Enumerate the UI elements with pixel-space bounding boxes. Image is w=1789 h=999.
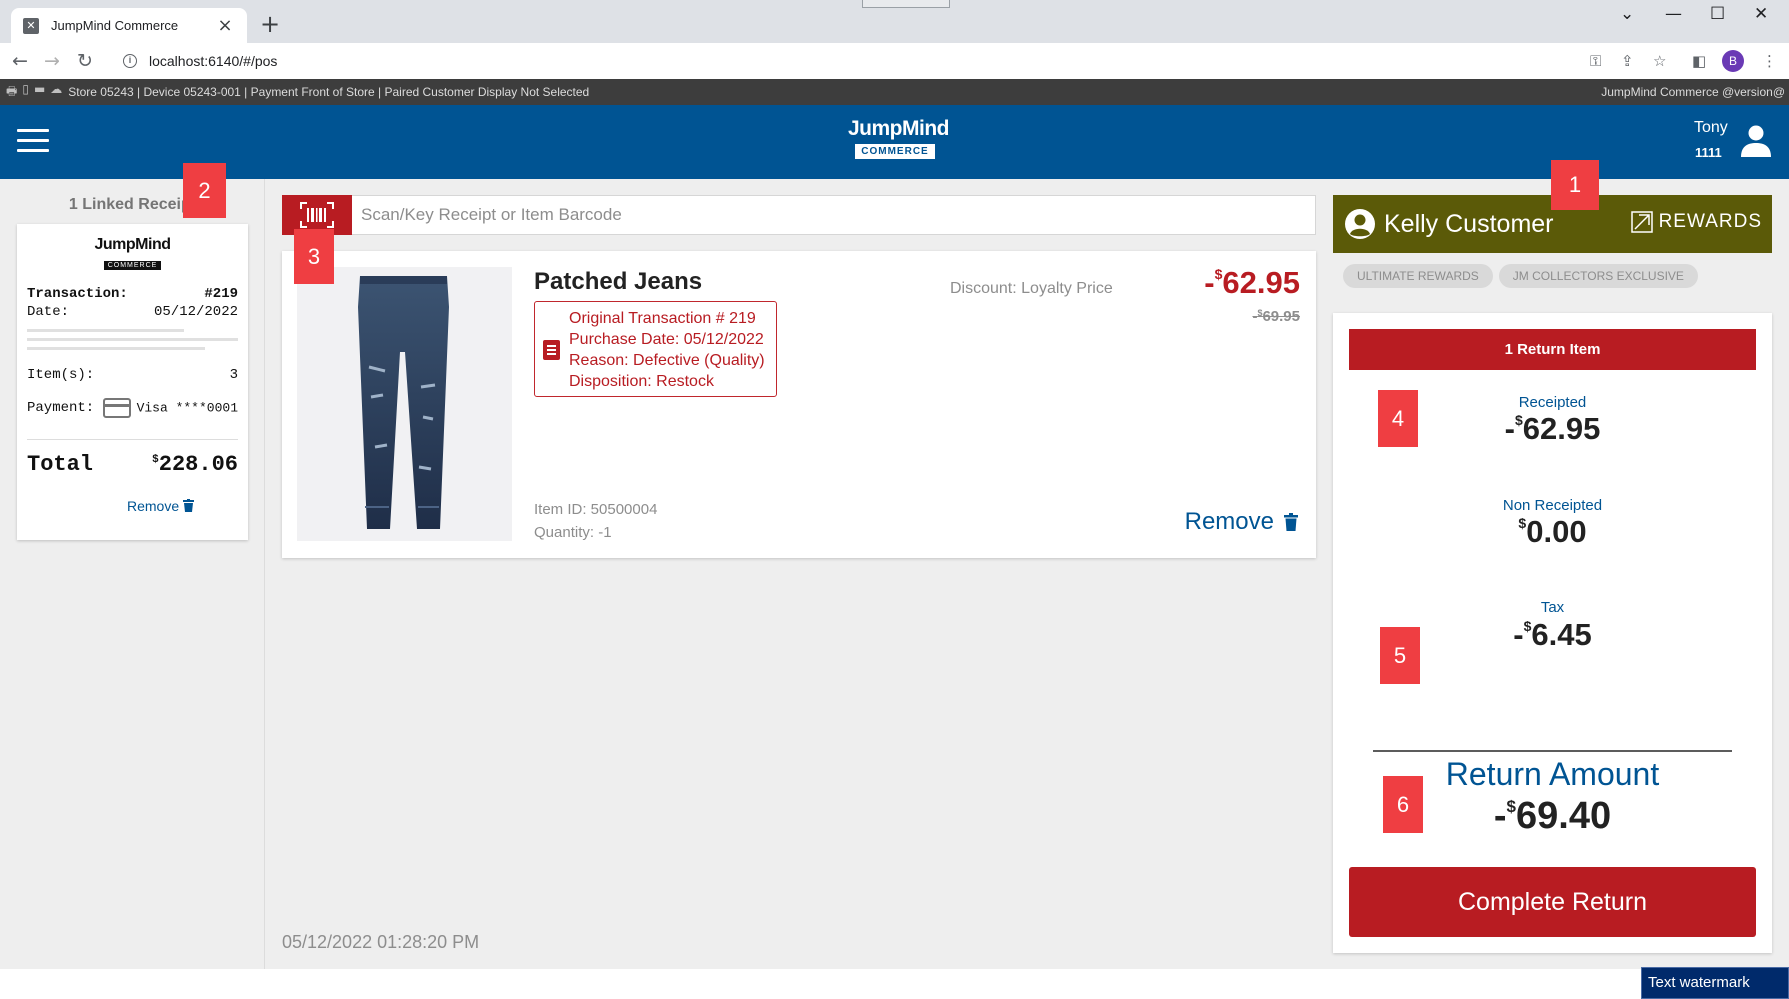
marker-3: 3 [294, 229, 334, 284]
url-text: localhost:6140/#/pos [149, 53, 278, 69]
device-icon: ▯ [22, 81, 29, 96]
marker-4: 4 [1378, 390, 1418, 447]
tab-search-icon[interactable]: ⌄ [1620, 4, 1634, 24]
receipt-total: Total $228.06 [27, 452, 238, 477]
tab-title: JumpMind Commerce [51, 18, 179, 33]
reload-icon[interactable]: ↻ [77, 50, 93, 72]
receipt-card[interactable]: JumpMind COMMERCE Transaction: #219 Date… [17, 224, 248, 540]
address-bar: ← → ↻ i localhost:6140/#/pos ⚿ ⇪ ☆ ◧ B ⋮ [0, 43, 1789, 79]
window-notch [862, 0, 950, 8]
app-header: JumpMind COMMERCE Tony 1111 [0, 105, 1789, 179]
summary-divider [1373, 750, 1732, 752]
browser-tabstrip: ✕ JumpMind Commerce × + ⌄ — ☐ ✕ [0, 0, 1789, 43]
jumpmind-favicon-icon: ✕ [23, 17, 39, 34]
receipt-items-row: Item(s): 3 [27, 367, 238, 383]
item-price: -$62.95 [1204, 265, 1300, 300]
item-id: Item ID: 50500004 [534, 501, 658, 518]
user-id: 1111 [1695, 145, 1722, 160]
linked-receipts-panel: 1 Linked Receipt JumpMind COMMERCE Trans… [0, 179, 265, 969]
customer-tag: JM COLLECTORS EXCLUSIVE [1498, 264, 1698, 288]
marker-5: 5 [1380, 627, 1420, 684]
main-area: 1 Linked Receipt JumpMind COMMERCE Trans… [0, 179, 1789, 969]
customer-tags: ULTIMATE REWARDS JM COLLECTORS EXCLUSIVE [1343, 264, 1698, 288]
bottom-strip [0, 969, 1789, 999]
marker-6: 6 [1383, 776, 1423, 833]
side-panel-icon[interactable]: ◧ [1692, 52, 1706, 70]
back-icon[interactable]: ← [12, 50, 28, 72]
user-account-icon[interactable] [1738, 123, 1774, 159]
url-field[interactable]: i localhost:6140/#/pos [113, 47, 1553, 75]
barcode-scan-icon [300, 201, 334, 228]
item-name: Patched Jeans [534, 268, 703, 295]
item-quantity: Quantity: -1 [534, 524, 612, 541]
status-text: Store 05243 | Device 05243-001 | Payment… [68, 85, 590, 99]
jeans-image [358, 276, 449, 529]
rewards-logo: REWARDS [1630, 211, 1762, 233]
trash-icon [1284, 513, 1298, 531]
remove-item-button[interactable]: Remove [1185, 508, 1298, 536]
share-icon[interactable]: ⇪ [1621, 52, 1634, 70]
hamburger-menu-icon[interactable] [17, 129, 49, 153]
receipt-line [27, 347, 205, 350]
customer-name: Kelly Customer [1384, 209, 1554, 238]
browser-menu-icon[interactable]: ⋮ [1762, 52, 1777, 70]
scan-input[interactable] [352, 205, 1252, 225]
non-receipted-label: Non Receipted [1502, 497, 1603, 514]
printer-icon: 🖶 [6, 83, 18, 98]
item-original-price: -$69.95 [1252, 308, 1300, 325]
credit-card-icon [102, 398, 131, 418]
return-item-card[interactable]: Patched Jeans Original Transaction # 219… [282, 251, 1316, 558]
rewards-icon [1630, 211, 1653, 233]
customer-tag: ULTIMATE REWARDS [1343, 264, 1493, 288]
transaction-datetime: 05/12/2022 01:28:20 PM [282, 932, 480, 952]
watermark: Text watermark [1641, 967, 1789, 999]
minimize-icon[interactable]: — [1665, 4, 1682, 24]
tab-close-icon[interactable]: × [215, 15, 235, 36]
receipt-line [27, 329, 184, 332]
marker-2: 2 [183, 163, 226, 218]
complete-return-button[interactable]: Complete Return [1349, 867, 1756, 937]
receipt-logo: JumpMind COMMERCE [94, 236, 171, 270]
scan-bar [282, 194, 1316, 235]
non-receipted-value: $0.00 [1518, 514, 1587, 549]
receipt-date-row: Date: 05/12/2022 [27, 304, 238, 320]
forward-icon[interactable]: → [44, 50, 60, 72]
site-info-icon[interactable]: i [123, 54, 137, 68]
profile-avatar[interactable]: B [1722, 50, 1744, 72]
version-text: JumpMind Commerce @version@ [1601, 85, 1785, 99]
new-tab-icon[interactable]: + [260, 10, 280, 38]
receipt-line [27, 338, 238, 341]
window-close-icon[interactable]: ✕ [1754, 4, 1768, 24]
receipt-divider [27, 439, 238, 440]
drawer-icon: ▬ [33, 81, 46, 96]
original-transaction-box: Original Transaction # 219 Purchase Date… [534, 301, 777, 397]
tax-label: Tax [1540, 599, 1565, 616]
bookmark-star-icon[interactable]: ☆ [1653, 52, 1666, 70]
trash-icon [183, 499, 195, 512]
receipt-transaction-row: Transaction: #219 [27, 286, 238, 302]
browser-tab[interactable]: ✕ JumpMind Commerce × [11, 8, 247, 43]
cloud-icon: ☁ [50, 81, 63, 96]
brand-logo: JumpMind COMMERCE [848, 117, 950, 159]
marker-1: 1 [1551, 160, 1599, 210]
account-circle-icon [1345, 209, 1375, 239]
return-items-header: 1 Return Item [1349, 329, 1756, 370]
receipt-icon [543, 340, 560, 360]
remove-receipt-button[interactable]: Remove [17, 498, 248, 514]
receipt-payment-row: Payment: Visa ****0001 [27, 398, 238, 418]
maximize-icon[interactable]: ☐ [1710, 4, 1725, 24]
user-name: Tony [1694, 119, 1728, 136]
discount-label: Discount: Loyalty Price [950, 280, 1113, 297]
device-status-bar: 🖶 ▯ ▬ ☁ Store 05243 | Device 05243-001 |… [0, 79, 1789, 105]
key-icon[interactable]: ⚿ [1590, 52, 1601, 70]
item-image [297, 267, 512, 541]
